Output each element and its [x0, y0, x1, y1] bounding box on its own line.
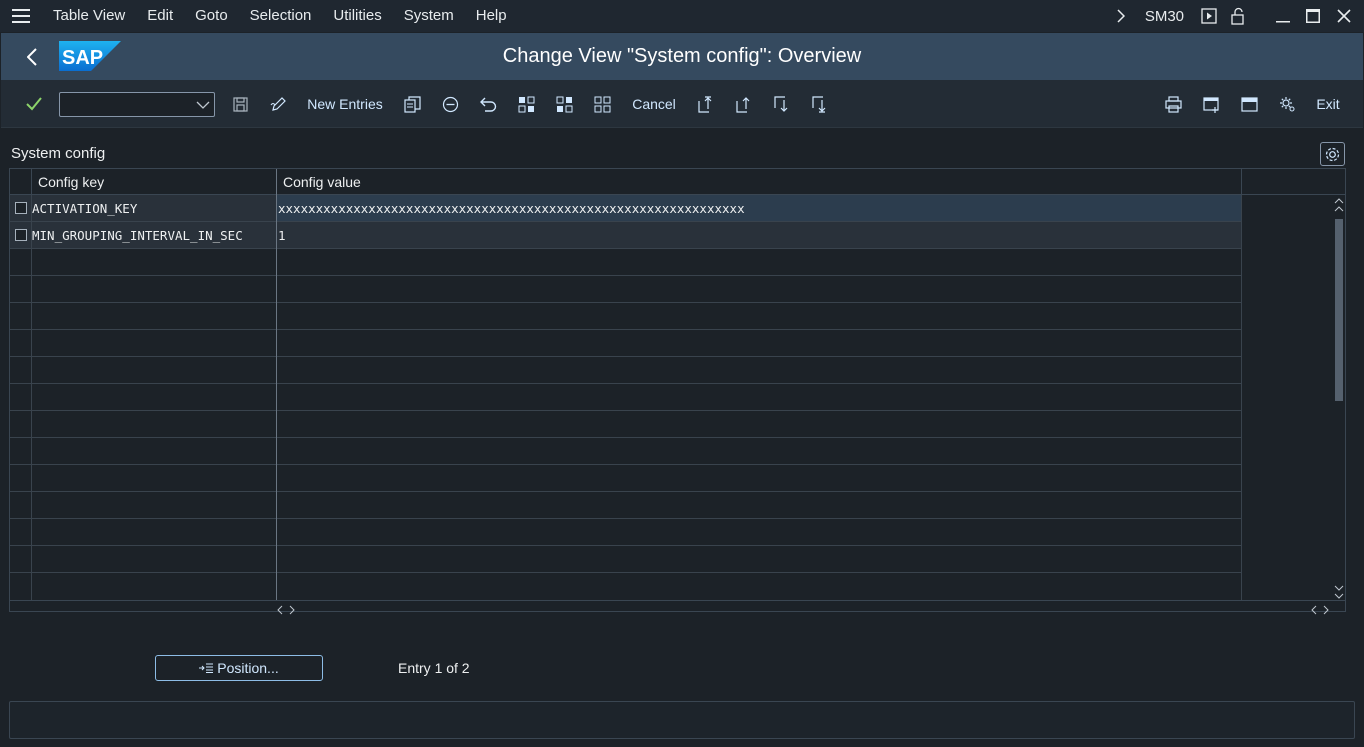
play-icon[interactable] [1194, 8, 1224, 24]
select-all-icon[interactable] [515, 92, 537, 116]
hamburger-menu-icon[interactable] [0, 0, 42, 32]
transaction-code: SM30 [1144, 7, 1184, 25]
position-button-label: Position... [217, 660, 279, 676]
command-field[interactable] [59, 92, 215, 117]
empty-table-row[interactable] [10, 438, 1242, 465]
menu-utilities[interactable]: Utilities [322, 0, 392, 32]
table-header: Config key Config value [10, 169, 1345, 195]
next-page-icon[interactable] [770, 92, 792, 116]
menu-selection[interactable]: Selection [239, 0, 323, 32]
empty-table-row[interactable] [10, 546, 1242, 573]
empty-table-row[interactable] [10, 411, 1242, 438]
config-value-cell[interactable]: 1 [277, 222, 1242, 248]
copy-icon[interactable] [401, 92, 423, 116]
empty-table-row[interactable] [10, 465, 1242, 492]
scroll-up-icon[interactable] [1334, 197, 1344, 216]
empty-table-row[interactable] [10, 357, 1242, 384]
horizontal-scrollbar[interactable] [10, 600, 1345, 615]
display-change-icon[interactable] [267, 92, 289, 116]
application-toolbar: New Entries Cancel Exit [1, 80, 1363, 128]
cancel-button[interactable]: Cancel [630, 92, 678, 116]
select-block-icon[interactable] [553, 92, 575, 116]
new-entries-button[interactable]: New Entries [306, 92, 384, 116]
chevron-right-icon[interactable] [1111, 9, 1131, 23]
settings-icon[interactable] [1276, 92, 1298, 116]
empty-table-row[interactable] [10, 330, 1242, 357]
window-icon[interactable] [1238, 92, 1260, 116]
last-page-icon[interactable] [808, 92, 830, 116]
empty-table-row[interactable] [10, 303, 1242, 330]
table-row[interactable]: ACTIVATION_KEY xxxxxxxxxxxxxxxxxxxxxxxxx… [10, 195, 1242, 222]
chevron-down-icon[interactable] [196, 98, 210, 114]
table-settings-icon[interactable] [1320, 142, 1345, 166]
scroll-left-right-icon[interactable] [276, 602, 296, 618]
new-window-icon[interactable] [1200, 92, 1222, 116]
print-icon[interactable] [1162, 92, 1184, 116]
row-select-checkbox[interactable] [15, 229, 27, 241]
empty-table-row[interactable] [10, 384, 1242, 411]
maximize-icon[interactable] [1298, 9, 1328, 23]
position-icon [199, 660, 214, 676]
config-value-cell[interactable]: xxxxxxxxxxxxxxxxxxxxxxxxxxxxxxxxxxxxxxxx… [277, 195, 1242, 221]
save-icon[interactable] [229, 92, 251, 116]
minimize-icon[interactable] [1268, 9, 1298, 23]
unlock-icon[interactable] [1224, 7, 1254, 25]
vertical-scrollbar[interactable] [1333, 195, 1345, 600]
table-title: System config [11, 145, 106, 162]
menu-edit[interactable]: Edit [136, 0, 184, 32]
config-table: Config key Config value ACTIVATION_KEY x… [9, 168, 1346, 615]
config-key-cell[interactable]: ACTIVATION_KEY [32, 195, 137, 222]
column-header-config-value[interactable]: Config value [283, 169, 361, 195]
table-row[interactable]: MIN_GROUPING_INTERVAL_IN_SEC 1 [10, 222, 1242, 249]
scrollbar-thumb[interactable] [1335, 219, 1343, 401]
check-icon[interactable] [23, 92, 45, 116]
menu-system[interactable]: System [393, 0, 465, 32]
status-bar [9, 701, 1355, 739]
page-title: Change View "System config": Overview [502, 45, 862, 67]
title-bar: SAP Change View "System config": Overvie… [1, 33, 1363, 80]
empty-table-row[interactable] [10, 573, 1242, 600]
position-button[interactable]: Position... [155, 655, 323, 681]
menu-help[interactable]: Help [465, 0, 518, 32]
empty-table-row[interactable] [10, 276, 1242, 303]
menu-goto[interactable]: Goto [184, 0, 239, 32]
undo-icon[interactable] [477, 92, 499, 116]
close-icon[interactable] [1328, 9, 1360, 23]
first-page-icon[interactable] [694, 92, 716, 116]
previous-page-icon[interactable] [732, 92, 754, 116]
menu-bar: Table View Edit Goto Selection Utilities… [0, 0, 1364, 32]
empty-table-row[interactable] [10, 492, 1242, 519]
exit-button[interactable]: Exit [1314, 92, 1342, 116]
entry-counter: Entry 1 of 2 [398, 660, 470, 676]
empty-table-row[interactable] [10, 249, 1242, 276]
delete-icon[interactable] [439, 92, 461, 116]
menu-table-view[interactable]: Table View [42, 0, 136, 32]
scroll-left-right-icon[interactable] [1310, 602, 1330, 618]
column-header-config-key[interactable]: Config key [38, 169, 104, 195]
deselect-all-icon[interactable] [591, 92, 613, 116]
row-select-checkbox[interactable] [15, 202, 27, 214]
config-key-cell[interactable]: MIN_GROUPING_INTERVAL_IN_SEC [32, 222, 243, 249]
empty-table-row[interactable] [10, 519, 1242, 546]
